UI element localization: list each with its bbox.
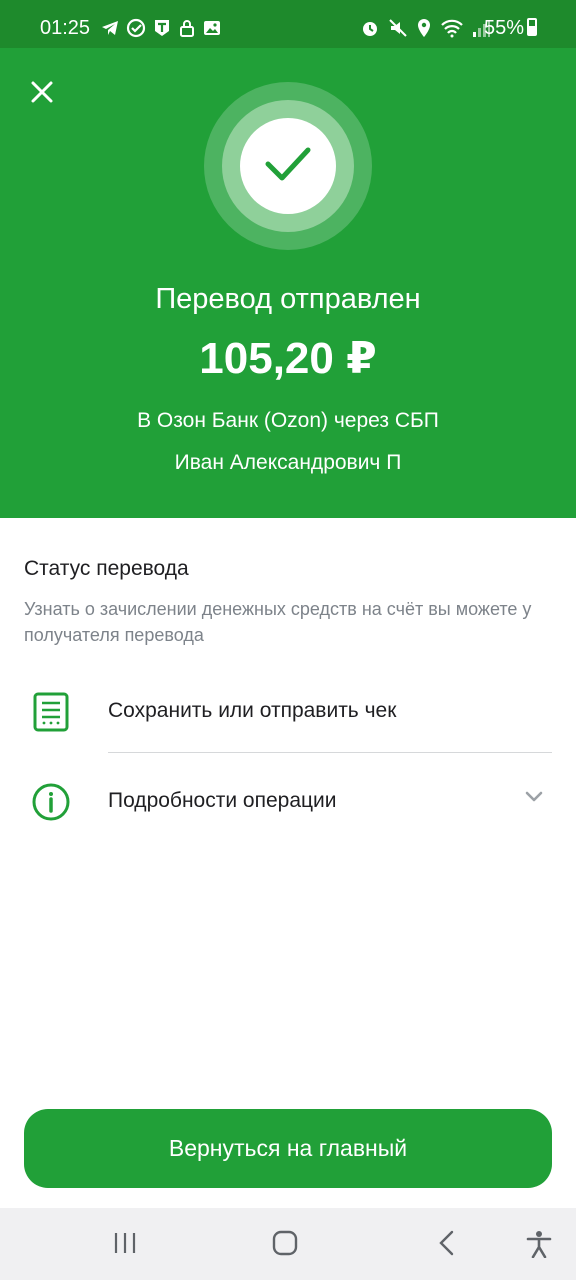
success-badge — [240, 118, 336, 214]
bottom-action-bar: Вернуться на главный — [0, 1086, 576, 1208]
back-icon[interactable] — [436, 1230, 458, 1256]
alarm-icon — [363, 22, 377, 36]
chevron-down-icon — [525, 791, 543, 802]
battery-icon — [527, 18, 537, 36]
success-header: Перевод отправлен 105,20 ₽ В Озон Банк (… — [0, 48, 576, 518]
save-receipt-button[interactable]: Сохранить или отправить чек — [0, 672, 576, 752]
notification-icons — [100, 18, 222, 38]
return-home-button[interactable]: Вернуться на главный — [24, 1109, 552, 1188]
recipient-name: Иван Александрович П — [174, 451, 402, 474]
mute-icon — [389, 19, 407, 37]
transfer-status-title: Перевод отправлен — [155, 283, 421, 315]
close-button[interactable] — [26, 76, 58, 108]
transfer-amount: 105,20 ₽ — [199, 334, 377, 383]
home-icon[interactable] — [272, 1230, 298, 1256]
status-section-title: Статус перевода — [24, 557, 189, 580]
save-receipt-label: Сохранить или отправить чек — [108, 699, 397, 722]
system-icons — [360, 18, 490, 38]
accessibility-icon[interactable] — [526, 1230, 552, 1258]
operation-details-button[interactable]: Подробности операции — [0, 762, 576, 842]
operation-details-label: Подробности операции — [108, 789, 337, 812]
check-circle-icon — [126, 18, 146, 38]
status-bar: 01:25 55% — [0, 0, 576, 48]
telegram-icon — [102, 21, 118, 35]
image-icon — [204, 21, 220, 35]
t-icon — [155, 20, 169, 36]
battery-level: 55% — [484, 17, 525, 39]
info-icon — [32, 783, 70, 821]
status-section-description: Узнать о зачислении денежных средств на … — [24, 599, 532, 645]
divider — [108, 752, 552, 753]
system-navigation-bar — [0, 1208, 576, 1280]
recipient-bank: В Озон Банк (Ozon) через СБП — [137, 409, 439, 432]
location-icon — [418, 19, 430, 37]
wifi-icon — [441, 19, 463, 38]
lock-icon — [180, 20, 194, 37]
recent-apps-icon[interactable] — [112, 1230, 138, 1256]
close-icon — [31, 81, 53, 103]
checkmark-icon — [265, 147, 311, 181]
receipt-icon — [33, 692, 69, 732]
status-time: 01:25 — [40, 17, 91, 39]
